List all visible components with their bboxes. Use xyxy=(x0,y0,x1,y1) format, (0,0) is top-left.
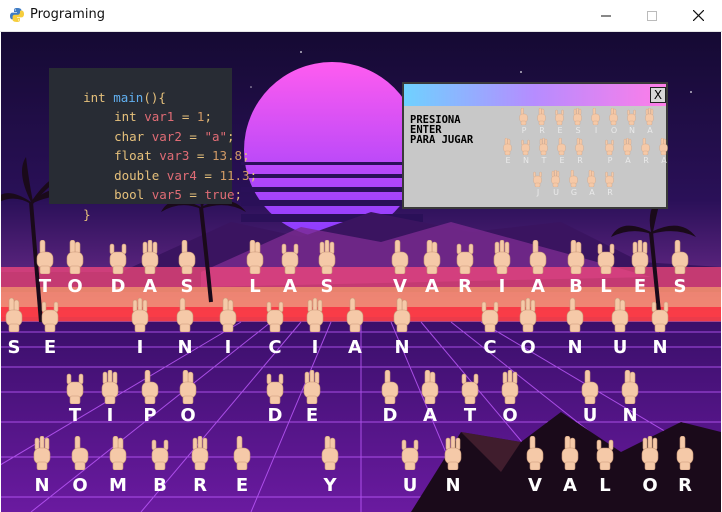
popup-sign-hand-icon xyxy=(550,169,561,189)
code-line-close: } xyxy=(53,185,91,244)
popup-sign-hand-icon xyxy=(644,107,655,127)
popup-sign-hand-icon xyxy=(590,107,601,127)
popup-header xyxy=(404,84,666,106)
popup-sign-letter: P xyxy=(607,156,613,165)
popup-sign-letter: N xyxy=(523,156,529,165)
popup-sign-hand-icon xyxy=(554,108,565,127)
popup-sign-hand-icon xyxy=(568,169,579,189)
popup-sign-letter: A xyxy=(625,156,631,165)
popup-sign-letter: A xyxy=(661,156,667,165)
popup-sign-hand-icon xyxy=(640,137,651,157)
popup-sign-hand-icon xyxy=(574,137,585,157)
maximize-button[interactable] xyxy=(629,0,675,31)
popup-sign-hand-icon xyxy=(502,137,513,157)
popup-sign-hand-icon xyxy=(626,108,637,127)
popup-sign-hand-icon xyxy=(604,138,615,157)
popup-sign-hand-icon xyxy=(622,137,633,157)
minimize-icon xyxy=(601,15,611,16)
minimize-button[interactable] xyxy=(583,0,629,31)
close-icon xyxy=(692,10,704,21)
popup-sign-letter: P xyxy=(521,126,527,135)
code-closing-brace: } xyxy=(83,206,91,222)
popup-sign-letter: R xyxy=(577,156,583,165)
maximize-icon xyxy=(647,10,657,21)
code-panel: int main(){ int var1 = 1; char var2 = "a… xyxy=(49,68,257,222)
popup-sign-hand-icon xyxy=(536,107,547,127)
popup-sign-letter: R xyxy=(607,188,613,197)
python-icon xyxy=(10,8,24,22)
code-variable: var5 xyxy=(151,187,182,202)
popup-sign-letter: G xyxy=(570,188,578,197)
popup-sign-letter: S xyxy=(575,126,581,135)
popup-sign-hand-icon xyxy=(658,137,669,157)
start-popup: X PRESIONA ENTER PARA JUGAR PRESIONAENTE… xyxy=(402,82,668,209)
popup-sign-letter: A xyxy=(589,188,595,197)
popup-sign-hand-icon xyxy=(572,107,583,127)
popup-text-line: PARA JUGAR xyxy=(410,134,474,146)
code-value: true xyxy=(204,187,235,202)
popup-sign-hand-icon xyxy=(532,170,543,189)
popup-sign-letter: U xyxy=(553,188,559,197)
popup-sign-hand-icon xyxy=(556,137,567,157)
window-title: Programing xyxy=(30,7,105,22)
popup-sign-hand-icon xyxy=(604,170,615,189)
popup-sign-letter: N xyxy=(629,126,635,135)
code-semicolon: ; xyxy=(234,187,243,202)
popup-sign-hand-icon xyxy=(586,169,597,189)
close-icon: X xyxy=(653,88,663,102)
popup-sign-letter: A xyxy=(647,126,653,135)
popup-sign-letter: R xyxy=(643,156,649,165)
popup-sign-letter: J xyxy=(536,188,540,197)
popup-sign-letter: E xyxy=(505,156,511,165)
popup-sign-letter: R xyxy=(539,126,545,135)
code-line-var5: bool var5 = true; xyxy=(84,166,242,225)
popup-sign-letter: E xyxy=(557,126,563,135)
code-keyword: bool xyxy=(114,187,145,202)
popup-sign-letter: I xyxy=(594,126,598,135)
popup-close-button[interactable]: X xyxy=(650,87,666,103)
popup-sign-letter: O xyxy=(610,126,618,135)
popup-sign-hand-icon xyxy=(518,107,529,127)
popup-sign-letter: E xyxy=(559,156,565,165)
code-operator: = xyxy=(181,187,205,202)
code-semicolon: ; xyxy=(249,167,258,183)
popup-sign-letter: T xyxy=(541,156,547,165)
popup-sign-hand-icon xyxy=(538,137,549,157)
popup-sign-hand-icon xyxy=(608,107,619,127)
close-button[interactable] xyxy=(675,0,721,31)
window-titlebar: Programing xyxy=(0,0,722,32)
popup-sign-hand-icon xyxy=(520,138,531,157)
